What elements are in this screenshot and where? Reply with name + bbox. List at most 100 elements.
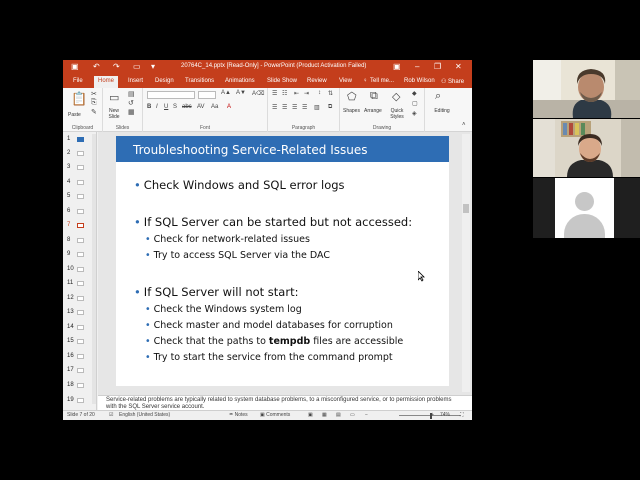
tab-slide-show[interactable]: Slide Show xyxy=(267,78,297,84)
font-name-box[interactable] xyxy=(147,91,195,99)
bullet-level2[interactable]: • Check that the paths to tempdb files ar… xyxy=(145,336,403,347)
slide-scrollbar[interactable] xyxy=(462,134,470,392)
participant-video-1[interactable] xyxy=(533,60,640,118)
notes-pane[interactable]: Service-related problems are typically r… xyxy=(98,395,472,410)
participant-video-3[interactable] xyxy=(533,178,640,238)
shape-outline-icon[interactable]: ▢ xyxy=(412,100,418,107)
collapse-ribbon-icon[interactable]: ˄ xyxy=(462,122,466,128)
tell-me-box[interactable]: Tell me... xyxy=(370,78,394,84)
zoom-in-icon[interactable]: + xyxy=(431,412,434,418)
tab-design[interactable]: Design xyxy=(155,78,174,84)
zoom-out-icon[interactable]: − xyxy=(365,412,368,418)
strikethrough-icon[interactable]: abc xyxy=(182,104,192,110)
bullet-level2[interactable]: • Check for network-related issues xyxy=(145,234,310,245)
line-spacing-icon[interactable]: ↕ xyxy=(318,90,321,96)
copy-icon[interactable]: ⎘ xyxy=(91,99,97,107)
tab-view[interactable]: View xyxy=(339,78,352,84)
arrange-button[interactable]: Arrange xyxy=(364,108,382,114)
bold-icon[interactable]: B xyxy=(147,104,151,110)
bullet-icon: • xyxy=(145,304,151,315)
align-right-icon[interactable]: ☰ xyxy=(292,104,297,111)
bullet-level2[interactable]: • Try to start the service from the comma… xyxy=(145,352,393,363)
spellcheck-icon[interactable]: ☑ xyxy=(109,412,113,418)
share-button[interactable]: ⚇ Share xyxy=(441,78,464,85)
tab-file[interactable]: File xyxy=(73,78,83,84)
slide-canvas[interactable]: Troubleshooting Service-Related Issues •… xyxy=(116,136,449,386)
notes-button[interactable]: ≐ Notes xyxy=(229,412,248,418)
bullets-icon[interactable]: ☰ xyxy=(272,90,277,97)
shapes-button[interactable]: Shapes xyxy=(343,108,360,114)
slide-title[interactable]: Troubleshooting Service-Related Issues xyxy=(133,143,368,157)
shapes-icon[interactable]: ⬠ xyxy=(347,90,357,103)
participant-video-2[interactable] xyxy=(533,119,640,177)
redo-icon[interactable]: ↷ xyxy=(113,62,120,71)
ribbon-display-icon[interactable]: ▣ xyxy=(393,62,401,71)
save-icon[interactable]: ▣ xyxy=(71,62,79,71)
tab-home[interactable]: Home xyxy=(94,76,119,88)
outdent-icon[interactable]: ⇥ xyxy=(304,90,309,97)
thumbnail-number: 4 xyxy=(67,179,71,185)
tab-transitions[interactable]: Transitions xyxy=(185,78,214,84)
indent-icon[interactable]: ⇤ xyxy=(294,90,299,97)
shape-fill-icon[interactable]: ◆ xyxy=(412,90,417,97)
smartart-icon[interactable]: ⧉ xyxy=(328,104,332,111)
slideshow-start-icon[interactable]: ▭ xyxy=(133,62,141,71)
bullet-level2[interactable]: • Try to access SQL Server via the DAC xyxy=(145,250,330,261)
tab-animations[interactable]: Animations xyxy=(225,78,255,84)
new-slide-icon[interactable]: ▭ xyxy=(109,91,119,104)
reset-icon[interactable]: ↺ xyxy=(128,99,134,107)
clear-format-icon[interactable]: A⌫ xyxy=(252,90,265,97)
font-color-icon[interactable]: A xyxy=(227,104,231,110)
cut-icon[interactable]: ✂ xyxy=(91,90,97,98)
change-case-icon[interactable]: Aa xyxy=(211,104,218,110)
numbering-icon[interactable]: ☷ xyxy=(282,90,287,97)
editing-button[interactable]: Editing xyxy=(425,108,459,114)
thumbnails-scrollbar[interactable] xyxy=(92,134,96,404)
paste-icon[interactable]: 📋 xyxy=(71,91,87,107)
user-name[interactable]: Rob Wilson xyxy=(404,78,435,84)
quick-styles-icon[interactable]: ◇ xyxy=(392,90,400,103)
bullet-level2[interactable]: • Check the Windows system log xyxy=(145,304,302,315)
section-icon[interactable]: ▦ xyxy=(128,108,135,116)
fit-slide-icon[interactable]: ⛶ xyxy=(460,412,464,418)
arrange-icon[interactable]: ⧉ xyxy=(370,90,378,103)
layout-icon[interactable]: ▤ xyxy=(128,90,135,98)
quick-styles-button[interactable]: Quick Styles xyxy=(387,108,407,120)
restore-icon[interactable]: ❐ xyxy=(434,62,441,71)
bullet-level1[interactable]: • Check Windows and SQL error logs xyxy=(134,178,345,192)
editing-icon[interactable]: ⌕ xyxy=(435,90,441,103)
bullet-level1[interactable]: • If SQL Server will not start: xyxy=(134,285,298,299)
slide-sorter-icon[interactable]: ▦ xyxy=(322,412,327,418)
tab-insert[interactable]: Insert xyxy=(128,78,143,84)
format-painter-icon[interactable]: ✎ xyxy=(91,108,97,116)
shadow-icon[interactable]: S xyxy=(173,104,177,110)
tab-review[interactable]: Review xyxy=(307,78,327,84)
align-center-icon[interactable]: ☰ xyxy=(282,104,287,111)
slideshow-view-icon[interactable]: ▭ xyxy=(350,412,355,418)
shape-effects-icon[interactable]: ◈ xyxy=(412,110,417,117)
reading-view-icon[interactable]: ▤ xyxy=(336,412,341,418)
text-direction-icon[interactable]: ⇅ xyxy=(328,90,333,97)
normal-view-icon[interactable]: ▣ xyxy=(308,412,313,418)
underline-icon[interactable]: U xyxy=(164,104,168,110)
close-icon[interactable]: ✕ xyxy=(455,62,462,71)
italic-icon[interactable]: I xyxy=(156,104,158,110)
align-left-icon[interactable]: ☰ xyxy=(272,104,277,111)
font-size-box[interactable] xyxy=(198,91,216,99)
comments-button[interactable]: ▣ Comments xyxy=(260,412,290,418)
justify-icon[interactable]: ☰ xyxy=(302,104,307,111)
customize-toolbar-icon[interactable]: ▾ xyxy=(151,62,155,71)
language[interactable]: English (United States) xyxy=(119,412,170,418)
undo-icon[interactable]: ↶ xyxy=(93,62,100,71)
bullet-level1[interactable]: • If SQL Server can be started but not ac… xyxy=(134,215,412,229)
new-slide-button[interactable]: New Slide xyxy=(105,108,123,120)
bullet-level2[interactable]: • Check master and model databases for co… xyxy=(145,320,393,331)
shrink-font-icon[interactable]: A▼ xyxy=(236,90,246,96)
scrollbar-thumb[interactable] xyxy=(463,204,469,213)
zoom-level[interactable]: 74% xyxy=(440,412,450,418)
grow-font-icon[interactable]: A▲ xyxy=(221,90,231,96)
spacing-icon[interactable]: AV xyxy=(197,104,205,110)
minimize-icon[interactable]: – xyxy=(415,62,419,71)
paste-button[interactable]: Paste xyxy=(68,112,81,118)
columns-icon[interactable]: ▥ xyxy=(314,104,320,111)
